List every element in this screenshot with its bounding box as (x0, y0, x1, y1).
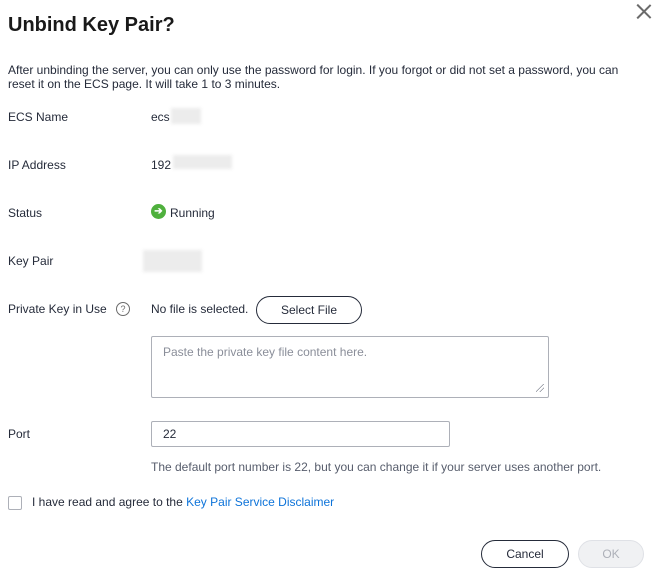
ok-button[interactable]: OK (578, 540, 644, 568)
port-label: Port (8, 427, 31, 441)
redacted-ip-address (173, 155, 232, 169)
ecs-name-value: ecs (151, 110, 170, 124)
help-icon[interactable]: ? (116, 302, 130, 316)
ip-address-label: IP Address (8, 158, 66, 172)
arrow-right-circle-icon: ➔ (151, 204, 166, 219)
status-label: Status (8, 206, 43, 220)
status-value: Running (170, 206, 215, 220)
close-icon[interactable] (636, 3, 652, 19)
file-status: No file is selected. (151, 302, 249, 316)
port-hint: The default port number is 22, but you c… (151, 460, 602, 474)
disclaimer-link[interactable]: Key Pair Service Disclaimer (186, 495, 334, 509)
dialog-description: After unbinding the server, you can only… (8, 63, 619, 91)
ip-address-value: 192 (151, 158, 172, 172)
port-input[interactable] (151, 421, 450, 447)
agreement-prefix: I have read and agree to the (32, 495, 187, 509)
key-pair-label: Key Pair (8, 254, 54, 268)
select-file-button[interactable]: Select File (256, 296, 362, 324)
unbind-key-pair-dialog: Unbind Key Pair? After unbinding the ser… (0, 0, 659, 581)
private-key-textarea[interactable] (151, 336, 549, 398)
agree-checkbox[interactable] (8, 496, 22, 510)
resize-handle-icon[interactable] (536, 384, 544, 392)
agreement-text: I have read and agree to the Key Pair Se… (32, 495, 334, 509)
redacted-key-pair (143, 250, 202, 272)
redacted-ecs-name (171, 108, 201, 124)
cancel-button[interactable]: Cancel (481, 540, 569, 568)
ecs-name-label: ECS Name (8, 110, 69, 124)
dialog-title: Unbind Key Pair? (8, 14, 175, 36)
private-key-label: Private Key in Use (8, 302, 107, 316)
